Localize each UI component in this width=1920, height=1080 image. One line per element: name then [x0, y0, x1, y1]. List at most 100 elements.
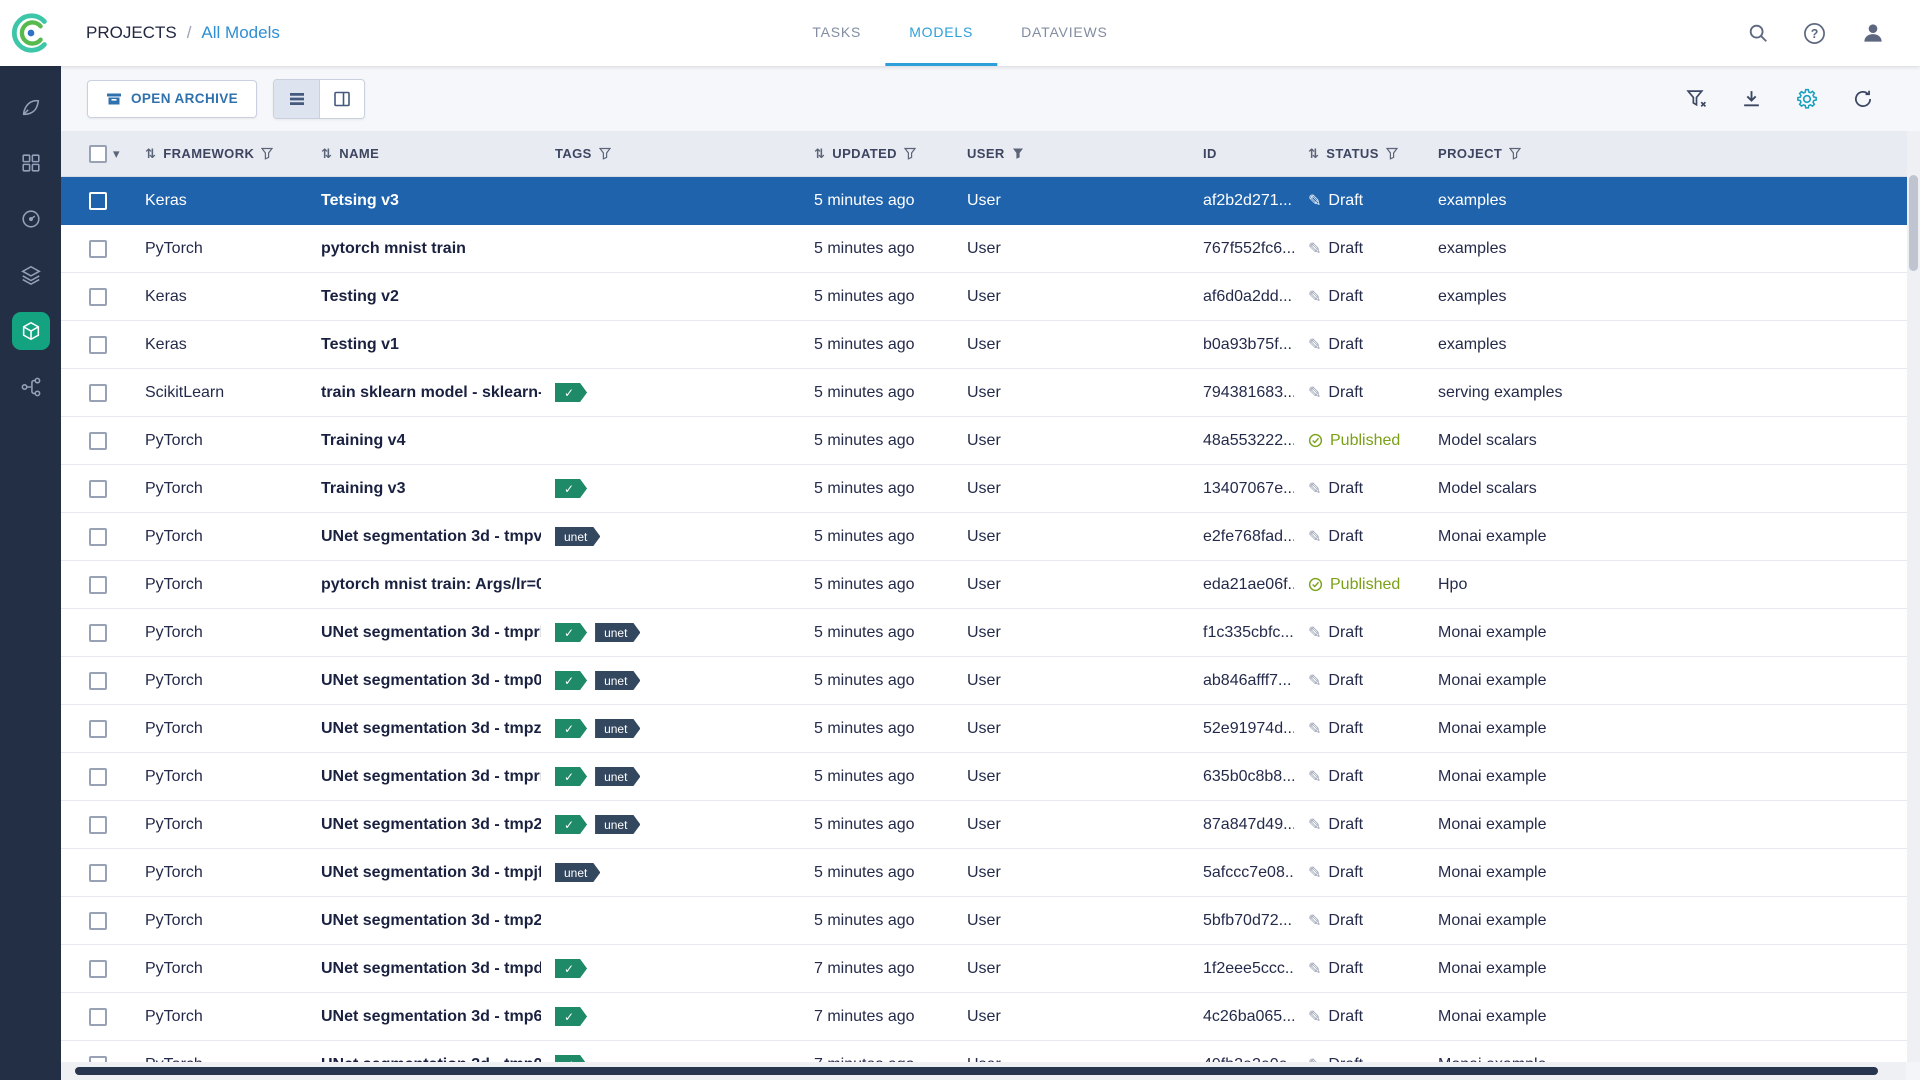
sidebar-item-models-active[interactable] [3, 303, 59, 359]
table-row[interactable]: Keras Testing v1 5 minutes ago User b0a9… [61, 321, 1920, 369]
filter-icon[interactable] [599, 147, 611, 160]
row-checkbox[interactable] [89, 240, 107, 258]
table-row[interactable]: Keras Tetsing v3 5 minutes ago User af2b… [61, 177, 1920, 225]
search-button[interactable] [1745, 20, 1771, 46]
tag-check[interactable]: ✓ [555, 1007, 587, 1026]
table-row[interactable]: PyTorch UNet segmentation 3d - tmpdm4...… [61, 945, 1920, 993]
cell-name[interactable]: Testing v1 [307, 336, 541, 354]
table-row[interactable]: ScikitLearn train sklearn model - sklear… [61, 369, 1920, 417]
cell-name[interactable]: UNet segmentation 3d - tmpzh0... [307, 720, 541, 738]
selection-menu-caret-icon[interactable]: ▾ [113, 146, 120, 162]
row-checkbox[interactable] [89, 480, 107, 498]
cell-name[interactable]: pytorch mnist train: Args/lr=0.01 [307, 576, 541, 594]
tag-unet[interactable]: unet [595, 815, 640, 834]
cell-name[interactable]: UNet segmentation 3d - tmp6fq0... [307, 1008, 541, 1026]
cell-name[interactable]: Training v4 [307, 432, 541, 450]
table-row[interactable]: PyTorch pytorch mnist train 5 minutes ag… [61, 225, 1920, 273]
cell-name[interactable]: train sklearn model - sklearn-mo... [307, 384, 541, 402]
row-checkbox[interactable] [89, 384, 107, 402]
row-checkbox[interactable] [89, 528, 107, 546]
column-header-id[interactable]: ID [1189, 146, 1294, 161]
tab-tasks[interactable]: TASKS [788, 0, 885, 66]
vertical-scrollbar-thumb[interactable] [1909, 175, 1918, 271]
breadcrumb-current[interactable]: All Models [201, 23, 279, 43]
cell-name[interactable]: UNet segmentation 3d - tmprrae... [307, 768, 541, 786]
column-header-updated[interactable]: ⇅UPDATED [800, 146, 953, 162]
filter-icon-active[interactable] [1012, 147, 1024, 160]
cell-name[interactable]: UNet segmentation 3d - tmp0tu... [307, 672, 541, 690]
tag-check[interactable]: ✓ [555, 383, 587, 402]
table-row[interactable]: PyTorch UNet segmentation 3d - tmp2kr0..… [61, 897, 1920, 945]
table-row[interactable]: PyTorch UNet segmentation 3d - tmp6fq0..… [61, 993, 1920, 1041]
select-all-header[interactable]: ▾ [61, 145, 131, 163]
split-view-button[interactable] [319, 80, 364, 118]
row-checkbox[interactable] [89, 816, 107, 834]
cell-name[interactable]: UNet segmentation 3d - tmpdm4... [307, 960, 541, 978]
filter-icon[interactable] [904, 147, 916, 160]
tab-dataviews[interactable]: DATAVIEWS [997, 0, 1132, 66]
profile-button[interactable] [1858, 18, 1888, 48]
table-row[interactable]: PyTorch UNet segmentation 3d - tmprb9d..… [61, 609, 1920, 657]
select-all-checkbox[interactable] [89, 145, 107, 163]
table-row[interactable]: Keras Testing v2 5 minutes ago User af6d… [61, 273, 1920, 321]
table-row[interactable]: PyTorch UNet segmentation 3d - tmprrae..… [61, 753, 1920, 801]
column-header-framework[interactable]: ⇅FRAMEWORK [131, 146, 307, 162]
cell-name[interactable]: UNet segmentation 3d - tmp29rf... [307, 816, 541, 834]
row-checkbox[interactable] [89, 960, 107, 978]
table-row[interactable]: PyTorch UNet segmentation 3d - tmpzh0...… [61, 705, 1920, 753]
sort-icon[interactable]: ⇅ [1308, 146, 1319, 162]
sort-icon[interactable]: ⇅ [321, 146, 332, 162]
cell-name[interactable]: UNet segmentation 3d - tmp2kr0... [307, 912, 541, 930]
table-row[interactable]: PyTorch UNet segmentation 3d - tmpvjhyl.… [61, 513, 1920, 561]
horizontal-scrollbar[interactable] [61, 1062, 1906, 1080]
sidebar-item-grid[interactable] [3, 135, 59, 191]
tab-models[interactable]: MODELS [885, 0, 997, 66]
column-header-status[interactable]: ⇅STATUS [1294, 146, 1424, 162]
row-checkbox[interactable] [89, 768, 107, 786]
filter-icon[interactable] [1386, 147, 1398, 160]
tag-unet[interactable]: unet [595, 767, 640, 786]
app-logo[interactable] [0, 0, 61, 66]
row-checkbox[interactable] [89, 1008, 107, 1026]
table-row[interactable]: PyTorch Training v4 5 minutes ago User 4… [61, 417, 1920, 465]
row-checkbox[interactable] [89, 288, 107, 306]
cell-name[interactable]: pytorch mnist train [307, 240, 541, 258]
tag-check[interactable]: ✓ [555, 479, 587, 498]
row-checkbox[interactable] [89, 432, 107, 450]
tag-check[interactable]: ✓ [555, 767, 587, 786]
settings-button[interactable] [1794, 86, 1820, 112]
tag-check[interactable]: ✓ [555, 719, 587, 738]
row-checkbox[interactable] [89, 720, 107, 738]
row-checkbox[interactable] [89, 864, 107, 882]
cell-name[interactable]: UNet segmentation 3d - tmprb9d... [307, 624, 541, 642]
table-row[interactable]: PyTorch UNet segmentation 3d - tmp0ap...… [61, 1041, 1920, 1062]
cell-name[interactable]: Training v3 [307, 480, 541, 498]
horizontal-scrollbar-thumb[interactable] [75, 1067, 1878, 1075]
tag-unet[interactable]: unet [555, 863, 600, 882]
download-button[interactable] [1739, 86, 1764, 111]
table-row[interactable]: PyTorch UNet segmentation 3d - tmp29rf..… [61, 801, 1920, 849]
column-header-project[interactable]: PROJECT [1424, 146, 1920, 161]
row-checkbox[interactable] [89, 912, 107, 930]
tag-check[interactable]: ✓ [555, 623, 587, 642]
row-checkbox[interactable] [89, 576, 107, 594]
tag-check[interactable]: ✓ [555, 671, 587, 690]
filter-icon[interactable] [1509, 147, 1521, 160]
sidebar-item-layers[interactable] [3, 247, 59, 303]
help-button[interactable]: ? [1801, 20, 1828, 47]
cell-name[interactable]: Testing v2 [307, 288, 541, 306]
row-checkbox[interactable] [89, 192, 107, 210]
tag-unet[interactable]: unet [555, 527, 600, 546]
open-archive-button[interactable]: OPEN ARCHIVE [87, 80, 257, 118]
row-checkbox[interactable] [89, 672, 107, 690]
column-header-name[interactable]: ⇅NAME [307, 146, 541, 162]
tag-unet[interactable]: unet [595, 671, 640, 690]
breadcrumb-projects[interactable]: PROJECTS [86, 23, 177, 43]
table-row[interactable]: PyTorch pytorch mnist train: Args/lr=0.0… [61, 561, 1920, 609]
table-row[interactable]: PyTorch UNet segmentation 3d - tmpjfjpv.… [61, 849, 1920, 897]
tag-unet[interactable]: unet [595, 623, 640, 642]
table-view-button[interactable] [274, 80, 319, 118]
sort-icon[interactable]: ⇅ [814, 146, 825, 162]
clear-filters-button[interactable] [1684, 86, 1709, 111]
tag-unet[interactable]: unet [595, 719, 640, 738]
